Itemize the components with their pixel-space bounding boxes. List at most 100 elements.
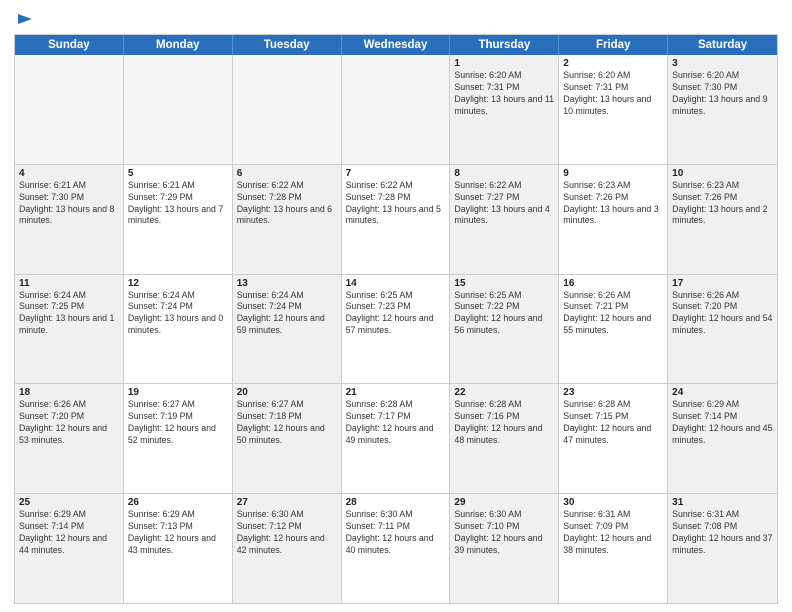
day-number: 17 (672, 278, 773, 289)
day-number: 27 (237, 497, 337, 508)
cal-cell-26: 26Sunrise: 6:29 AM Sunset: 7:13 PM Dayli… (124, 494, 233, 603)
cal-cell-14: 14Sunrise: 6:25 AM Sunset: 7:23 PM Dayli… (342, 275, 451, 384)
cal-cell-7: 7Sunrise: 6:22 AM Sunset: 7:28 PM Daylig… (342, 165, 451, 274)
cal-header-saturday: Saturday (668, 35, 777, 55)
day-info: Sunrise: 6:25 AM Sunset: 7:23 PM Dayligh… (346, 290, 446, 338)
day-info: Sunrise: 6:27 AM Sunset: 7:19 PM Dayligh… (128, 399, 228, 447)
day-info: Sunrise: 6:23 AM Sunset: 7:26 PM Dayligh… (672, 180, 773, 228)
day-info: Sunrise: 6:26 AM Sunset: 7:20 PM Dayligh… (19, 399, 119, 447)
day-info: Sunrise: 6:25 AM Sunset: 7:22 PM Dayligh… (454, 290, 554, 338)
day-number: 28 (346, 497, 446, 508)
day-info: Sunrise: 6:26 AM Sunset: 7:21 PM Dayligh… (563, 290, 663, 338)
cal-cell-8: 8Sunrise: 6:22 AM Sunset: 7:27 PM Daylig… (450, 165, 559, 274)
day-number: 6 (237, 168, 337, 179)
cal-cell-13: 13Sunrise: 6:24 AM Sunset: 7:24 PM Dayli… (233, 275, 342, 384)
day-info: Sunrise: 6:24 AM Sunset: 7:24 PM Dayligh… (237, 290, 337, 338)
cal-header-tuesday: Tuesday (233, 35, 342, 55)
day-number: 12 (128, 278, 228, 289)
cal-header-sunday: Sunday (15, 35, 124, 55)
cal-cell-6: 6Sunrise: 6:22 AM Sunset: 7:28 PM Daylig… (233, 165, 342, 274)
day-number: 7 (346, 168, 446, 179)
cal-cell-19: 19Sunrise: 6:27 AM Sunset: 7:19 PM Dayli… (124, 384, 233, 493)
day-info: Sunrise: 6:23 AM Sunset: 7:26 PM Dayligh… (563, 180, 663, 228)
day-info: Sunrise: 6:31 AM Sunset: 7:09 PM Dayligh… (563, 509, 663, 557)
cal-header-monday: Monday (124, 35, 233, 55)
day-number: 19 (128, 387, 228, 398)
cal-cell-2: 2Sunrise: 6:20 AM Sunset: 7:31 PM Daylig… (559, 55, 668, 164)
logo-text (14, 10, 34, 28)
day-info: Sunrise: 6:31 AM Sunset: 7:08 PM Dayligh… (672, 509, 773, 557)
day-number: 31 (672, 497, 773, 508)
day-number: 21 (346, 387, 446, 398)
cal-cell-22: 22Sunrise: 6:28 AM Sunset: 7:16 PM Dayli… (450, 384, 559, 493)
logo-icon (16, 10, 34, 28)
cal-row-3: 11Sunrise: 6:24 AM Sunset: 7:25 PM Dayli… (15, 275, 777, 385)
day-info: Sunrise: 6:20 AM Sunset: 7:31 PM Dayligh… (454, 70, 554, 118)
day-info: Sunrise: 6:29 AM Sunset: 7:14 PM Dayligh… (672, 399, 773, 447)
day-number: 2 (563, 58, 663, 69)
cal-cell-16: 16Sunrise: 6:26 AM Sunset: 7:21 PM Dayli… (559, 275, 668, 384)
day-info: Sunrise: 6:22 AM Sunset: 7:28 PM Dayligh… (237, 180, 337, 228)
calendar-body: 1Sunrise: 6:20 AM Sunset: 7:31 PM Daylig… (15, 55, 777, 603)
cal-cell-25: 25Sunrise: 6:29 AM Sunset: 7:14 PM Dayli… (15, 494, 124, 603)
cal-cell-24: 24Sunrise: 6:29 AM Sunset: 7:14 PM Dayli… (668, 384, 777, 493)
day-number: 3 (672, 58, 773, 69)
cal-cell-9: 9Sunrise: 6:23 AM Sunset: 7:26 PM Daylig… (559, 165, 668, 274)
day-number: 30 (563, 497, 663, 508)
cal-cell-11: 11Sunrise: 6:24 AM Sunset: 7:25 PM Dayli… (15, 275, 124, 384)
cal-cell-31: 31Sunrise: 6:31 AM Sunset: 7:08 PM Dayli… (668, 494, 777, 603)
calendar: SundayMondayTuesdayWednesdayThursdayFrid… (14, 34, 778, 604)
page: SundayMondayTuesdayWednesdayThursdayFrid… (0, 0, 792, 612)
day-info: Sunrise: 6:28 AM Sunset: 7:17 PM Dayligh… (346, 399, 446, 447)
cal-cell-15: 15Sunrise: 6:25 AM Sunset: 7:22 PM Dayli… (450, 275, 559, 384)
cal-row-4: 18Sunrise: 6:26 AM Sunset: 7:20 PM Dayli… (15, 384, 777, 494)
day-info: Sunrise: 6:22 AM Sunset: 7:27 PM Dayligh… (454, 180, 554, 228)
day-info: Sunrise: 6:29 AM Sunset: 7:14 PM Dayligh… (19, 509, 119, 557)
cal-header-friday: Friday (559, 35, 668, 55)
day-number: 25 (19, 497, 119, 508)
cal-header-wednesday: Wednesday (342, 35, 451, 55)
day-number: 15 (454, 278, 554, 289)
cal-header-thursday: Thursday (450, 35, 559, 55)
day-info: Sunrise: 6:28 AM Sunset: 7:16 PM Dayligh… (454, 399, 554, 447)
day-info: Sunrise: 6:20 AM Sunset: 7:31 PM Dayligh… (563, 70, 663, 118)
cal-cell-18: 18Sunrise: 6:26 AM Sunset: 7:20 PM Dayli… (15, 384, 124, 493)
cal-cell-29: 29Sunrise: 6:30 AM Sunset: 7:10 PM Dayli… (450, 494, 559, 603)
cal-cell-21: 21Sunrise: 6:28 AM Sunset: 7:17 PM Dayli… (342, 384, 451, 493)
cal-cell-4: 4Sunrise: 6:21 AM Sunset: 7:30 PM Daylig… (15, 165, 124, 274)
day-info: Sunrise: 6:30 AM Sunset: 7:10 PM Dayligh… (454, 509, 554, 557)
cal-cell-5: 5Sunrise: 6:21 AM Sunset: 7:29 PM Daylig… (124, 165, 233, 274)
cal-cell-empty-3 (342, 55, 451, 164)
cal-cell-3: 3Sunrise: 6:20 AM Sunset: 7:30 PM Daylig… (668, 55, 777, 164)
cal-cell-17: 17Sunrise: 6:26 AM Sunset: 7:20 PM Dayli… (668, 275, 777, 384)
day-number: 8 (454, 168, 554, 179)
day-number: 13 (237, 278, 337, 289)
cal-cell-10: 10Sunrise: 6:23 AM Sunset: 7:26 PM Dayli… (668, 165, 777, 274)
logo (14, 10, 34, 28)
day-info: Sunrise: 6:21 AM Sunset: 7:29 PM Dayligh… (128, 180, 228, 228)
cal-cell-empty-1 (124, 55, 233, 164)
cal-cell-empty-0 (15, 55, 124, 164)
cal-cell-23: 23Sunrise: 6:28 AM Sunset: 7:15 PM Dayli… (559, 384, 668, 493)
day-number: 16 (563, 278, 663, 289)
day-info: Sunrise: 6:27 AM Sunset: 7:18 PM Dayligh… (237, 399, 337, 447)
day-number: 22 (454, 387, 554, 398)
cal-cell-28: 28Sunrise: 6:30 AM Sunset: 7:11 PM Dayli… (342, 494, 451, 603)
day-number: 10 (672, 168, 773, 179)
day-number: 11 (19, 278, 119, 289)
day-number: 9 (563, 168, 663, 179)
cal-cell-27: 27Sunrise: 6:30 AM Sunset: 7:12 PM Dayli… (233, 494, 342, 603)
day-info: Sunrise: 6:24 AM Sunset: 7:25 PM Dayligh… (19, 290, 119, 338)
day-number: 18 (19, 387, 119, 398)
day-info: Sunrise: 6:24 AM Sunset: 7:24 PM Dayligh… (128, 290, 228, 338)
day-number: 14 (346, 278, 446, 289)
day-number: 29 (454, 497, 554, 508)
cal-cell-12: 12Sunrise: 6:24 AM Sunset: 7:24 PM Dayli… (124, 275, 233, 384)
day-number: 26 (128, 497, 228, 508)
day-number: 20 (237, 387, 337, 398)
day-info: Sunrise: 6:21 AM Sunset: 7:30 PM Dayligh… (19, 180, 119, 228)
day-number: 5 (128, 168, 228, 179)
day-number: 4 (19, 168, 119, 179)
day-info: Sunrise: 6:20 AM Sunset: 7:30 PM Dayligh… (672, 70, 773, 118)
day-number: 23 (563, 387, 663, 398)
